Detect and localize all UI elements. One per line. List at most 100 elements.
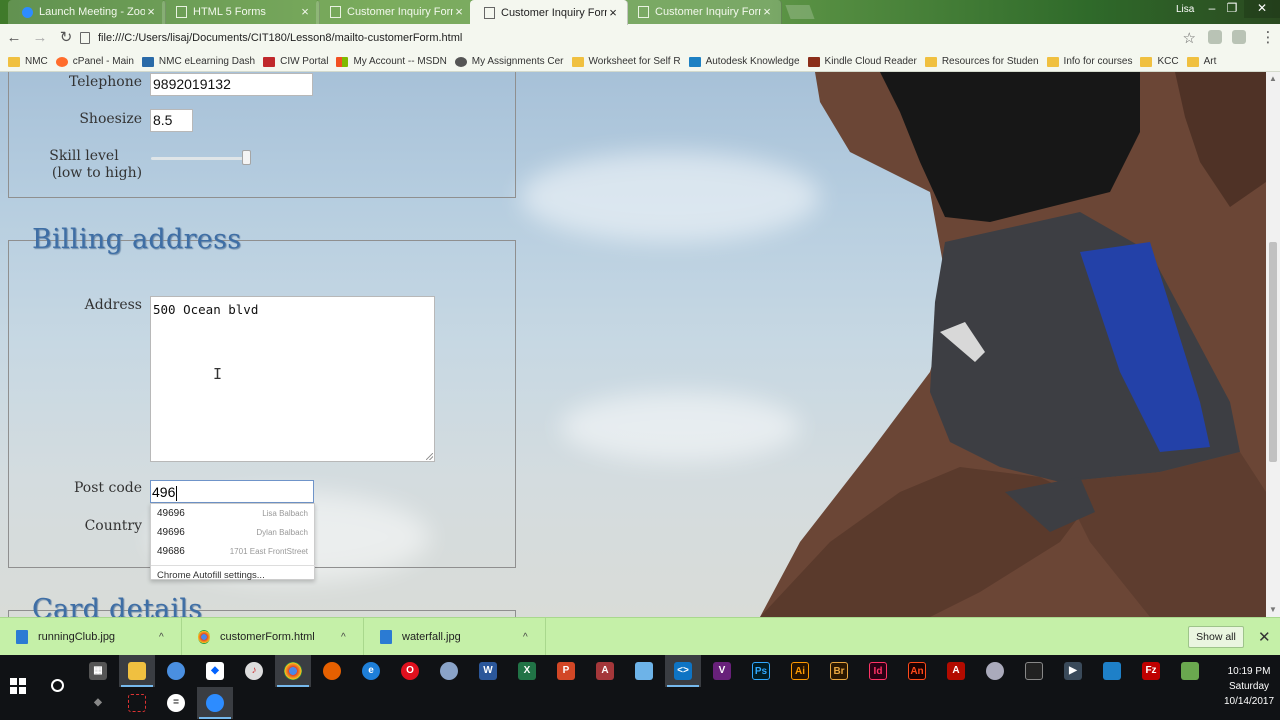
visual-studio-app[interactable]: V xyxy=(704,655,740,687)
close-icon[interactable]: × xyxy=(299,5,311,18)
window-close-icon[interactable]: ✕ xyxy=(1244,0,1280,18)
autofill-suggestion[interactable]: 49696 Lisa Balbach xyxy=(151,504,314,523)
extension-icon[interactable] xyxy=(1208,30,1222,44)
windows-start-icon[interactable] xyxy=(10,678,26,694)
system-clock[interactable]: 10:19 PM Saturday 10/14/2017 xyxy=(1218,664,1280,709)
bookmark-kindle[interactable]: Kindle Cloud Reader xyxy=(807,56,917,67)
download-item-waterfall[interactable]: waterfall.jpg ^ xyxy=(364,618,546,656)
cortana-search-icon[interactable] xyxy=(51,679,64,692)
bookmark-resources[interactable]: Resources for Studen xyxy=(924,56,1039,67)
dropbox-app[interactable]: ◆ xyxy=(197,655,233,687)
remote-app[interactable] xyxy=(1094,655,1130,687)
shoesize-input[interactable]: 8.5 xyxy=(150,109,193,132)
tab-customer-inquiry-1[interactable]: Customer Inquiry Form × xyxy=(316,0,474,24)
network-app[interactable] xyxy=(977,655,1013,687)
bookmark-my-assignments[interactable]: My Assignments Cer xyxy=(454,56,564,67)
tab-title: Customer Inquiry Form xyxy=(501,6,607,19)
word-app[interactable]: W xyxy=(470,655,506,687)
chrome-file-icon xyxy=(198,630,210,644)
chevron-up-icon[interactable]: ^ xyxy=(159,632,181,643)
globe-app[interactable] xyxy=(431,655,467,687)
illustrator-app[interactable]: Ai xyxy=(782,655,818,687)
itunes-app[interactable]: ♪ xyxy=(236,655,272,687)
access-app[interactable]: A xyxy=(587,655,623,687)
bookmark-autodesk[interactable]: Autodesk Knowledge xyxy=(688,56,800,67)
new-tab-button[interactable] xyxy=(785,5,815,19)
resize-grip-icon[interactable] xyxy=(426,453,433,460)
notes-app[interactable] xyxy=(626,655,662,687)
chevron-up-icon[interactable]: ^ xyxy=(523,632,545,643)
bookmark-ciw-portal[interactable]: CIW Portal xyxy=(263,56,328,67)
postcode-input[interactable]: 496 xyxy=(150,480,314,503)
bridge-app[interactable]: Br xyxy=(821,655,857,687)
bookmark-msdn[interactable]: My Account -- MSDN xyxy=(336,56,447,67)
bookmark-nmc[interactable]: NMC xyxy=(8,56,48,67)
excel-app[interactable]: X xyxy=(509,655,545,687)
tray-app[interactable]: ◆ xyxy=(80,687,116,719)
back-icon[interactable]: ← xyxy=(2,26,26,50)
tab-customer-inquiry-active[interactable]: Customer Inquiry Form × xyxy=(470,0,628,25)
tab-zoom[interactable]: Launch Meeting - Zoom × xyxy=(8,0,166,24)
vscode-app[interactable]: <> xyxy=(665,655,701,687)
skill-level-slider-thumb[interactable] xyxy=(242,150,251,165)
file-explorer-app[interactable] xyxy=(119,655,155,687)
media-app[interactable]: ▶ xyxy=(1055,655,1091,687)
zoom-app[interactable] xyxy=(197,687,233,719)
opera-app[interactable]: O xyxy=(392,655,428,687)
address-textarea[interactable]: 500 Ocean blvd xyxy=(150,296,435,462)
terminal-app[interactable] xyxy=(1016,655,1052,687)
profile-name[interactable]: Lisa xyxy=(1176,4,1194,15)
bookmark-art[interactable]: Art xyxy=(1186,56,1216,67)
show-all-button[interactable]: Show all xyxy=(1188,626,1244,648)
acrobat-app[interactable]: A xyxy=(938,655,974,687)
photoshop-app[interactable]: Ps xyxy=(743,655,779,687)
tray-app[interactable]: = xyxy=(158,687,194,719)
firefox-app[interactable] xyxy=(314,655,350,687)
chevron-up-icon[interactable]: ^ xyxy=(341,632,363,643)
bookmark-cpanel[interactable]: cPanel - Main xyxy=(55,56,134,67)
page-info-icon[interactable] xyxy=(80,32,90,44)
close-icon[interactable]: × xyxy=(607,6,619,19)
folder-icon xyxy=(924,56,937,67)
tab-customer-inquiry-3[interactable]: Customer Inquiry Form × xyxy=(624,0,782,24)
filezilla-app[interactable]: Fz xyxy=(1133,655,1169,687)
minimize-icon[interactable]: – xyxy=(1202,0,1222,18)
skill-level-slider-track[interactable] xyxy=(151,157,251,160)
tab-html5-forms[interactable]: HTML 5 Forms × xyxy=(162,0,320,24)
download-item-runningclub[interactable]: runningClub.jpg ^ xyxy=(0,618,182,656)
extension-icon[interactable] xyxy=(1232,30,1246,44)
chrome-app[interactable] xyxy=(275,655,311,687)
address-bar[interactable]: file:///C:/Users/lisaj/Documents/CIT180/… xyxy=(74,27,1200,49)
scrollbar-thumb[interactable] xyxy=(1269,242,1277,462)
restore-icon[interactable]: ❐ xyxy=(1222,0,1242,18)
close-icon[interactable]: ✕ xyxy=(1258,628,1271,646)
bookmark-info-courses[interactable]: Info for courses xyxy=(1046,56,1132,67)
autofill-suggestion[interactable]: 49696 Dylan Balbach xyxy=(151,523,314,542)
edge-app[interactable]: e xyxy=(353,655,389,687)
bookmark-kcc[interactable]: KCC xyxy=(1140,56,1179,67)
bookmark-nmc-elearning[interactable]: NMC eLearning Dash xyxy=(141,56,255,67)
powerpoint-icon: P xyxy=(557,662,575,680)
page-scrollbar[interactable]: ▲ ▼ xyxy=(1266,72,1280,617)
download-item-customerform[interactable]: customerForm.html ^ xyxy=(182,618,364,656)
image-viewer-app[interactable] xyxy=(1172,655,1208,687)
country-label: Country xyxy=(84,518,142,534)
scroll-up-icon[interactable]: ▲ xyxy=(1266,72,1280,86)
close-icon[interactable]: × xyxy=(761,5,773,18)
bookmark-worksheet[interactable]: Worksheet for Self R xyxy=(571,56,681,67)
powerpoint-app[interactable]: P xyxy=(548,655,584,687)
indesign-app[interactable]: Id xyxy=(860,655,896,687)
calculator-app[interactable]: ▦ xyxy=(80,655,116,687)
telephone-input[interactable]: 9892019132 xyxy=(150,73,313,96)
autofill-settings-link[interactable]: Chrome Autofill settings... xyxy=(151,565,316,581)
cloud-app[interactable] xyxy=(158,655,194,687)
autofill-suggestion[interactable]: 49686 1701 East FrontStreet xyxy=(151,542,314,561)
close-icon[interactable]: × xyxy=(453,5,465,18)
forward-icon[interactable]: → xyxy=(28,26,52,50)
tray-app[interactable] xyxy=(119,687,155,719)
menu-icon[interactable]: ⋮ xyxy=(1256,26,1280,50)
close-icon[interactable]: × xyxy=(145,5,157,18)
bookmark-star-icon[interactable]: ☆ xyxy=(1183,29,1196,47)
scroll-down-icon[interactable]: ▼ xyxy=(1266,603,1280,617)
animate-app[interactable]: An xyxy=(899,655,935,687)
